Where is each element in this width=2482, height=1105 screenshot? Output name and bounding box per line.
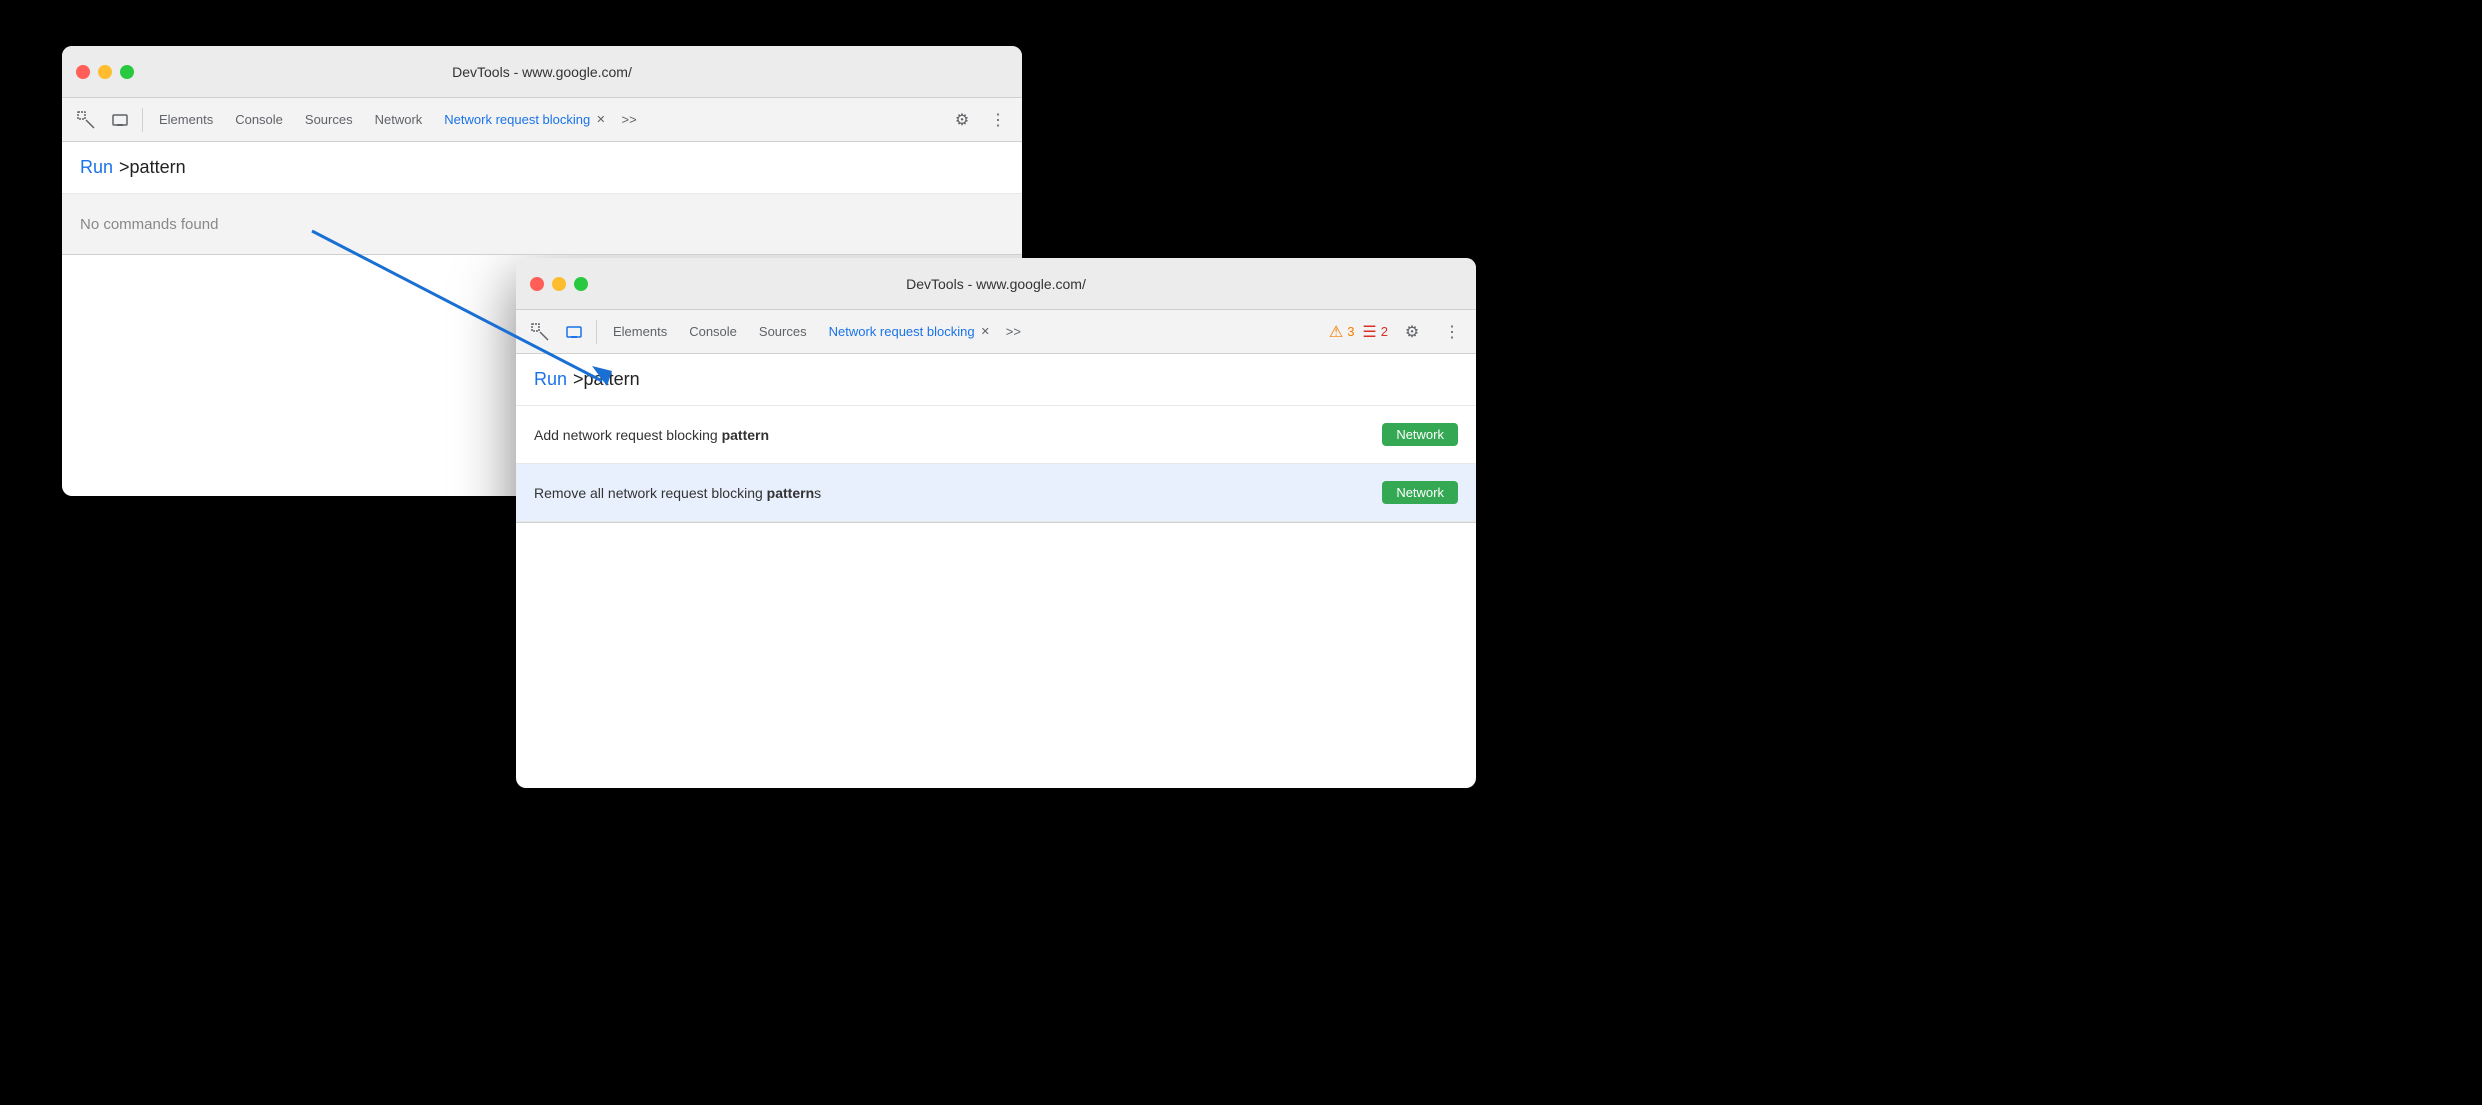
command-input-text-2[interactable]: >pattern — [573, 369, 640, 390]
window-title-1: DevTools - www.google.com/ — [76, 64, 1008, 80]
element-selector-icon-2[interactable] — [524, 316, 556, 348]
minimize-button-2[interactable] — [552, 277, 566, 291]
title-bar-1: DevTools - www.google.com/ — [62, 46, 1022, 98]
tab-overflow-1[interactable]: >> — [617, 112, 640, 127]
command-palette-2: Run >pattern Add network request blockin… — [516, 354, 1476, 523]
warning-icon: ⚠ — [1329, 322, 1343, 342]
minimize-button-1[interactable] — [98, 65, 112, 79]
toolbar-divider-1 — [142, 108, 143, 132]
window-controls-1 — [76, 65, 134, 79]
tab-overflow-2[interactable]: >> — [1002, 324, 1025, 339]
settings-icon-1[interactable]: ⚙ — [946, 104, 978, 136]
result-text-2: Remove all network request blocking patt… — [534, 485, 821, 501]
network-badge-2: Network — [1382, 481, 1458, 504]
tab-console-2[interactable]: Console — [679, 316, 747, 348]
command-input-row-1: Run >pattern — [62, 142, 1022, 194]
error-count: 2 — [1381, 324, 1388, 339]
close-button-2[interactable] — [530, 277, 544, 291]
no-commands-1: No commands found — [62, 194, 1022, 254]
tab-elements-1[interactable]: Elements — [149, 104, 223, 136]
close-button-1[interactable] — [76, 65, 90, 79]
tab-network-1[interactable]: Network — [365, 104, 433, 136]
toolbar-right-2: ⚠ 3 ☰ 2 ⚙ ⋮ — [1329, 316, 1468, 348]
tab-console-1[interactable]: Console — [225, 104, 293, 136]
tab-sources-2[interactable]: Sources — [749, 316, 817, 348]
tab-close-icon-2[interactable]: ✕ — [981, 325, 990, 338]
window-title-2: DevTools - www.google.com/ — [530, 276, 1462, 292]
tab-elements-2[interactable]: Elements — [603, 316, 677, 348]
more-menu-icon-2[interactable]: ⋮ — [1436, 316, 1468, 348]
run-label-2: Run — [534, 369, 567, 390]
command-input-text-1[interactable]: >pattern — [119, 157, 186, 178]
toolbar-divider-2 — [596, 320, 597, 344]
command-result-1[interactable]: Add network request blocking pattern Net… — [516, 406, 1476, 464]
device-toggle-icon-2[interactable] — [558, 316, 590, 348]
settings-icon-2[interactable]: ⚙ — [1396, 316, 1428, 348]
tab-sources-1[interactable]: Sources — [295, 104, 363, 136]
command-input-row-2: Run >pattern — [516, 354, 1476, 406]
devtools-window-2: DevTools - www.google.com/ Elements Cons… — [516, 258, 1476, 788]
command-result-2[interactable]: Remove all network request blocking patt… — [516, 464, 1476, 522]
toolbar-right-1: ⚙ ⋮ — [946, 104, 1014, 136]
command-palette-1: Run >pattern No commands found — [62, 142, 1022, 255]
window-controls-2 — [530, 277, 588, 291]
maximize-button-1[interactable] — [120, 65, 134, 79]
error-icon: ☰ — [1362, 322, 1376, 342]
run-label-1: Run — [80, 157, 113, 178]
result-text-1: Add network request blocking pattern — [534, 427, 769, 443]
maximize-button-2[interactable] — [574, 277, 588, 291]
error-badge: ☰ 2 — [1362, 322, 1388, 342]
element-selector-icon[interactable] — [70, 104, 102, 136]
tab-network-request-blocking-1[interactable]: Network request blocking ✕ — [434, 104, 615, 136]
network-badge-1: Network — [1382, 423, 1458, 446]
tab-network-request-blocking-2[interactable]: Network request blocking ✕ — [819, 316, 1000, 348]
warning-count: 3 — [1347, 324, 1354, 339]
title-bar-2: DevTools - www.google.com/ — [516, 258, 1476, 310]
device-toggle-icon[interactable] — [104, 104, 136, 136]
warning-badge: ⚠ 3 — [1329, 322, 1355, 342]
tab-close-icon-1[interactable]: ✕ — [596, 113, 605, 126]
devtools-toolbar-2: Elements Console Sources Network request… — [516, 310, 1476, 354]
devtools-toolbar-1: Elements Console Sources Network Network… — [62, 98, 1022, 142]
more-menu-icon-1[interactable]: ⋮ — [982, 104, 1014, 136]
